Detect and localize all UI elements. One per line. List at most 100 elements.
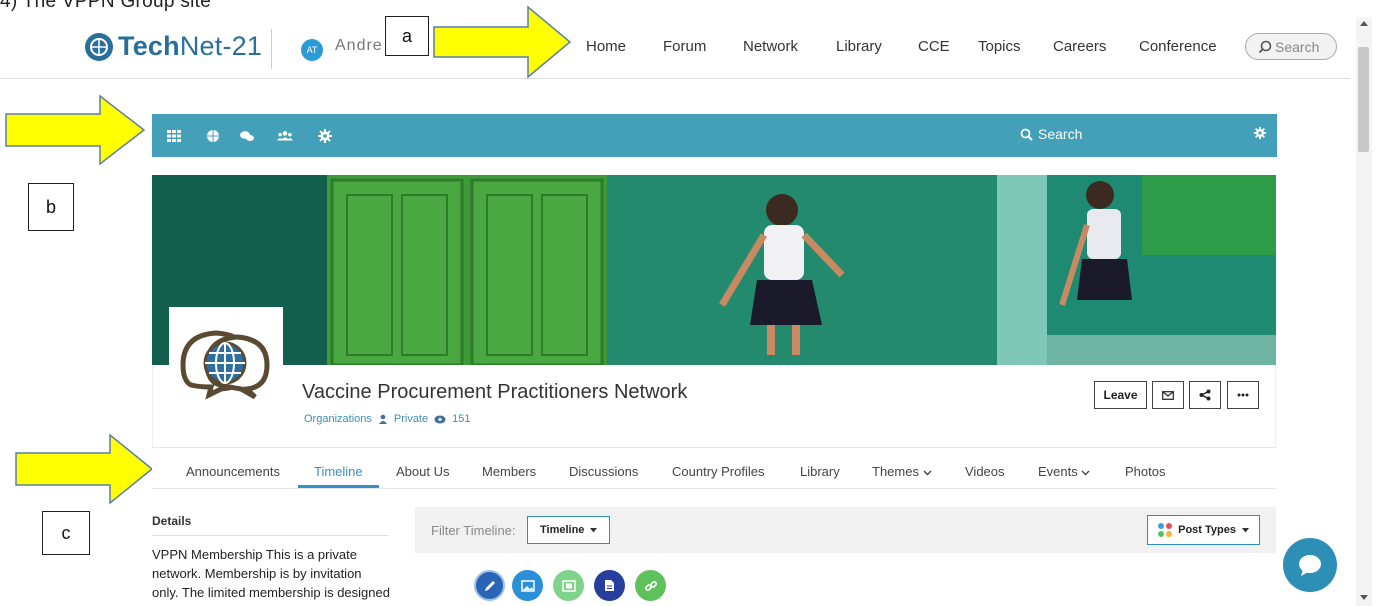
group-profile-logo[interactable] bbox=[169, 307, 283, 402]
more-options-button[interactable] bbox=[1227, 381, 1259, 409]
nav-link-careers[interactable]: Careers bbox=[1053, 38, 1139, 55]
top-search-placeholder: Search bbox=[1275, 38, 1320, 55]
chevron-down-icon bbox=[923, 470, 932, 476]
nav-link-library[interactable]: Library bbox=[836, 38, 918, 55]
logo-text-light: Net-21 bbox=[179, 31, 263, 61]
technet-globe-icon bbox=[85, 32, 113, 61]
caret-down-icon bbox=[1242, 527, 1249, 532]
caret-down-icon bbox=[590, 527, 598, 532]
username[interactable]: Andre bbox=[335, 37, 383, 55]
search-icon bbox=[1020, 128, 1033, 141]
pencil-icon bbox=[484, 580, 495, 591]
tab-events-label: Events bbox=[1038, 464, 1078, 479]
chat-bubble-icon bbox=[1299, 555, 1321, 576]
document-icon bbox=[605, 580, 614, 591]
annotation-arrow-c bbox=[15, 433, 154, 505]
details-line: network. Membership is by invitation bbox=[152, 566, 362, 581]
chevron-down-icon bbox=[1081, 470, 1090, 476]
image-icon bbox=[520, 579, 535, 592]
annotation-label-c: c bbox=[42, 511, 90, 555]
group-tabs: Announcements Timeline About Us Members … bbox=[152, 447, 1276, 489]
scroll-up-arrow-icon[interactable] bbox=[1360, 21, 1368, 26]
nav-link-home[interactable]: Home bbox=[586, 38, 663, 55]
nav-link-conference[interactable]: Conference bbox=[1139, 38, 1229, 55]
group-search-label: Search bbox=[1038, 126, 1083, 142]
photo-post-button[interactable] bbox=[512, 570, 543, 601]
video-post-button[interactable] bbox=[553, 570, 584, 601]
link-post-button[interactable] bbox=[635, 570, 666, 601]
post-types-dropdown[interactable]: Post Types bbox=[1147, 515, 1260, 545]
technet-logo[interactable]: TechNet-21 bbox=[84, 31, 262, 62]
group-meta: Organizations Private 151 bbox=[304, 413, 470, 425]
document-caption: 4) The VPPN Group site bbox=[0, 0, 212, 12]
eye-icon bbox=[434, 415, 446, 424]
group-title: Vaccine Procurement Practitioners Networ… bbox=[302, 381, 688, 403]
group-category-link[interactable]: Organizations bbox=[304, 413, 372, 425]
tab-themes-label: Themes bbox=[872, 464, 919, 479]
tab-country-profiles[interactable]: Country Profiles bbox=[672, 464, 764, 479]
page-scrollbar[interactable] bbox=[1356, 17, 1372, 606]
members-group-icon[interactable] bbox=[277, 128, 293, 144]
colored-dots-icon bbox=[1158, 523, 1173, 537]
share-button[interactable] bbox=[1189, 381, 1221, 409]
tab-photos[interactable]: Photos bbox=[1125, 464, 1165, 479]
tab-timeline[interactable]: Timeline bbox=[314, 464, 363, 479]
chat-launcher-button[interactable] bbox=[1283, 538, 1337, 592]
apps-grid-icon[interactable] bbox=[166, 128, 182, 144]
avatar[interactable]: AT bbox=[301, 39, 323, 61]
document-post-button[interactable] bbox=[594, 570, 625, 601]
chat-bubbles-icon[interactable] bbox=[239, 128, 255, 144]
scroll-down-arrow-icon[interactable] bbox=[1360, 595, 1368, 600]
scrollbar-thumb[interactable] bbox=[1358, 47, 1369, 152]
details-divider bbox=[152, 535, 388, 536]
ellipsis-icon bbox=[1237, 393, 1249, 397]
group-search[interactable]: Search bbox=[1020, 126, 1082, 142]
nav-link-network[interactable]: Network bbox=[743, 38, 836, 55]
cover-photo-illustration bbox=[152, 175, 1276, 365]
network-globe-logo-icon bbox=[180, 330, 270, 400]
annotation-label-a: a bbox=[385, 16, 429, 56]
filter-timeline-label: Filter Timeline: bbox=[431, 523, 516, 538]
share-icon bbox=[1199, 389, 1211, 401]
nav-link-cce[interactable]: CCE bbox=[918, 38, 978, 55]
tab-library[interactable]: Library bbox=[800, 464, 840, 479]
tab-announcements[interactable]: Announcements bbox=[186, 464, 280, 479]
group-cover-image bbox=[152, 175, 1276, 365]
logo-text: TechNet-21 bbox=[118, 31, 262, 62]
tab-events[interactable]: Events bbox=[1038, 464, 1090, 479]
timeline-filter-bar: Filter Timeline: Timeline Post Types bbox=[415, 507, 1276, 553]
main-nav-links: Home Forum Network Library CCE Topics Ca… bbox=[586, 38, 1229, 55]
details-heading: Details bbox=[152, 514, 192, 528]
nav-link-topics[interactable]: Topics bbox=[978, 38, 1053, 55]
top-search-input[interactable]: Search bbox=[1245, 33, 1337, 60]
details-line: only. The limited membership is designed bbox=[152, 585, 390, 600]
nav-divider bbox=[271, 29, 272, 69]
globe-icon[interactable] bbox=[205, 128, 221, 144]
tab-about-us[interactable]: About Us bbox=[396, 464, 449, 479]
group-toolbar: Search bbox=[152, 114, 1277, 157]
details-text: VPPN Membership This is a private networ… bbox=[152, 545, 392, 602]
envelope-icon bbox=[1162, 390, 1174, 400]
gear-icon[interactable] bbox=[317, 128, 333, 144]
tab-members[interactable]: Members bbox=[482, 464, 536, 479]
active-tab-indicator bbox=[298, 485, 379, 488]
tab-themes[interactable]: Themes bbox=[872, 464, 932, 479]
annotation-arrow-b bbox=[5, 94, 146, 166]
nav-link-forum[interactable]: Forum bbox=[663, 38, 743, 55]
link-icon bbox=[644, 580, 657, 591]
tab-videos[interactable]: Videos bbox=[965, 464, 1005, 479]
tab-discussions[interactable]: Discussions bbox=[569, 464, 638, 479]
user-icon bbox=[378, 414, 388, 424]
film-icon bbox=[561, 579, 576, 592]
annotation-arrow-a bbox=[433, 5, 572, 79]
filter-timeline-dropdown[interactable]: Timeline bbox=[527, 516, 611, 544]
group-settings-gear-icon[interactable] bbox=[1253, 126, 1267, 140]
message-button[interactable] bbox=[1152, 381, 1184, 409]
leave-button[interactable]: Leave bbox=[1094, 381, 1147, 409]
post-types-label: Post Types bbox=[1178, 524, 1236, 536]
group-privacy: Private bbox=[393, 413, 429, 425]
write-post-button[interactable] bbox=[474, 570, 505, 601]
page: 4) The VPPN Group site TechNet-21 AT And… bbox=[0, 0, 1378, 606]
annotation-label-b: b bbox=[28, 183, 74, 231]
top-navigation: TechNet-21 AT Andre Home Forum Network L… bbox=[0, 17, 1350, 79]
